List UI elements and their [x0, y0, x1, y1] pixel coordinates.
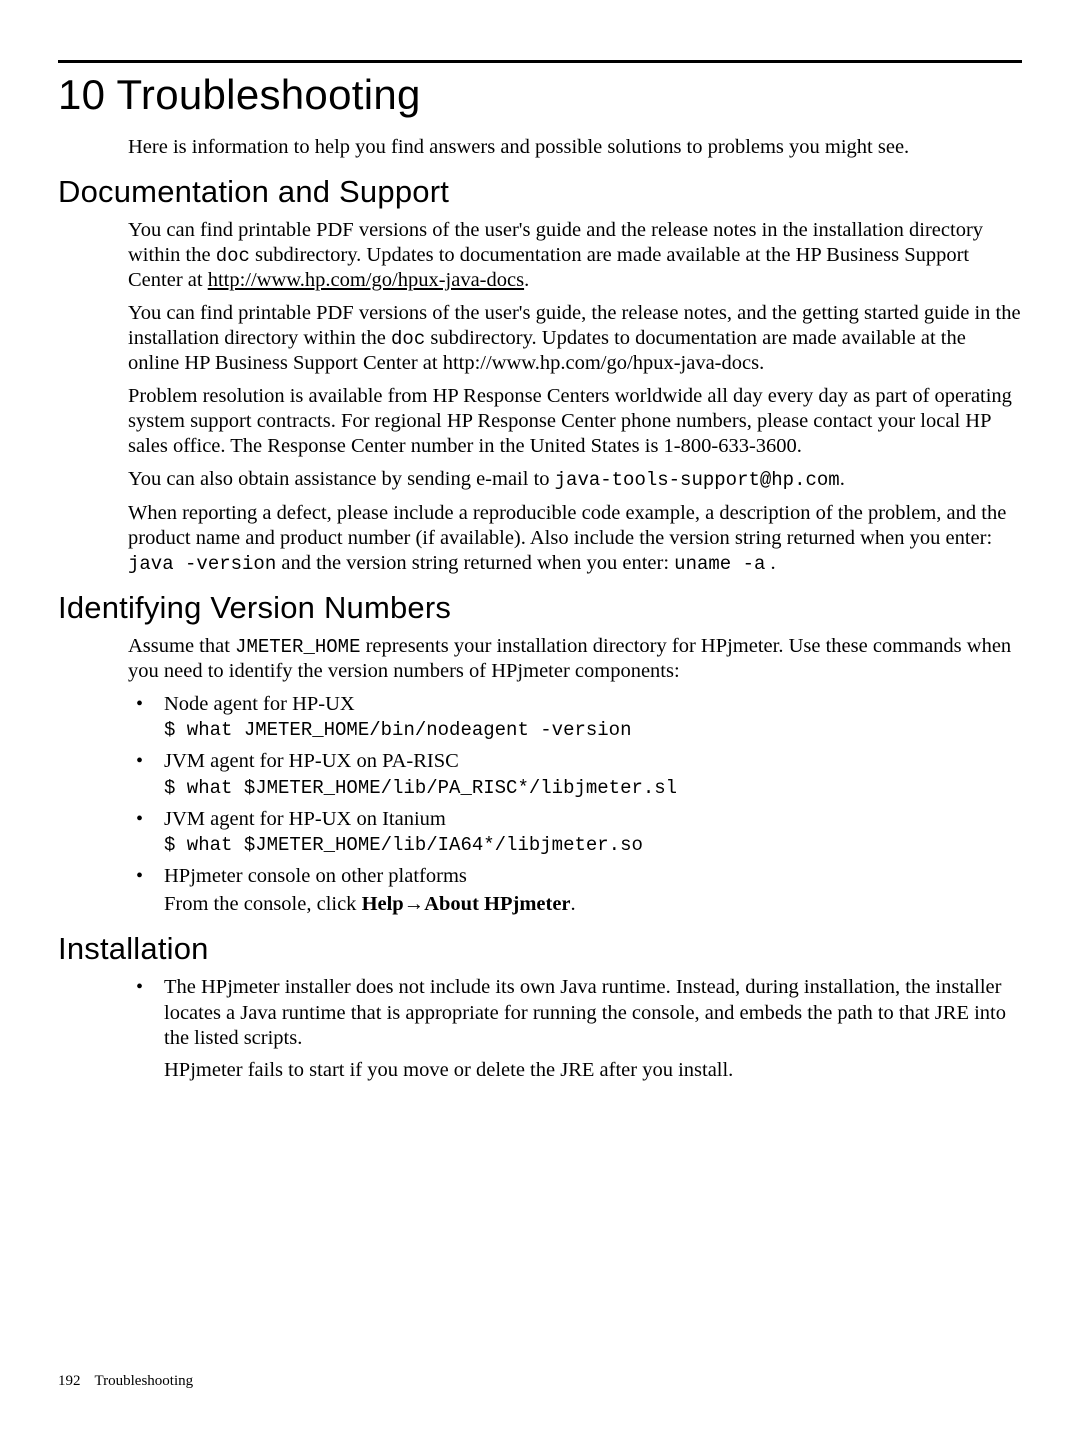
- docsupport-body: You can find printable PDF versions of t…: [128, 218, 1022, 576]
- text: Assume that: [128, 635, 235, 657]
- code: doc: [216, 245, 250, 267]
- arrow-icon: →: [404, 893, 425, 915]
- version-body: Assume that JMETER_HOME represents your …: [128, 634, 1022, 918]
- intro-text: Here is information to help you find ans…: [128, 135, 1022, 160]
- code: java -version: [128, 553, 276, 575]
- menu-help: Help: [362, 893, 404, 915]
- hp-docs-link[interactable]: http://www.hp.com/go/hpux-java-docs: [208, 269, 524, 291]
- list-item: JVM agent for HP-UX on Itanium $ what $J…: [128, 807, 1022, 858]
- code: uname -a: [674, 553, 765, 575]
- text: From the console, click: [164, 893, 362, 915]
- text: When reporting a defect, please include …: [128, 502, 1006, 549]
- text: .: [571, 893, 576, 915]
- docsupport-p3: Problem resolution is available from HP …: [128, 384, 1022, 459]
- text: The HPjmeter installer does not include …: [164, 976, 1006, 1049]
- text: .: [765, 552, 775, 574]
- docsupport-p4: You can also obtain assistance by sendin…: [128, 467, 1022, 492]
- install-list: The HPjmeter installer does not include …: [128, 975, 1022, 1084]
- page: 10 Troubleshooting Here is information t…: [0, 0, 1080, 1130]
- section-version-title: Identifying Version Numbers: [58, 590, 1022, 626]
- text: .: [524, 269, 529, 291]
- footer-section: Troubleshooting: [95, 1373, 194, 1389]
- install-body: The HPjmeter installer does not include …: [128, 975, 1022, 1084]
- top-rule: [58, 60, 1022, 63]
- code: JMETER_HOME: [235, 636, 360, 658]
- version-list: Node agent for HP-UX $ what JMETER_HOME/…: [128, 692, 1022, 917]
- list-label: JVM agent for HP-UX on PA-RISC: [164, 750, 459, 772]
- section-docsupport-title: Documentation and Support: [58, 174, 1022, 210]
- text: HPjmeter fails to start if you move or d…: [164, 1058, 1022, 1084]
- list-item: HPjmeter console on other platforms From…: [128, 864, 1022, 917]
- list-cmd: $ what JMETER_HOME/bin/nodeagent -versio…: [164, 719, 1022, 743]
- section-install-title: Installation: [58, 931, 1022, 967]
- docsupport-p1: You can find printable PDF versions of t…: [128, 218, 1022, 293]
- list-text: From the console, click Help→About HPjme…: [164, 892, 1022, 918]
- list-label: HPjmeter console on other platforms: [164, 865, 467, 887]
- list-label: JVM agent for HP-UX on Itanium: [164, 808, 446, 830]
- docsupport-p5: When reporting a defect, please include …: [128, 501, 1022, 576]
- list-item: The HPjmeter installer does not include …: [128, 975, 1022, 1084]
- list-cmd: $ what $JMETER_HOME/lib/PA_RISC*/libjmet…: [164, 777, 1022, 801]
- page-number: 192: [58, 1373, 81, 1389]
- chapter-title: 10 Troubleshooting: [58, 71, 1022, 119]
- text: and the version string returned when you…: [276, 552, 674, 574]
- docsupport-p2: You can find printable PDF versions of t…: [128, 301, 1022, 376]
- code: doc: [391, 328, 425, 350]
- list-item: Node agent for HP-UX $ what JMETER_HOME/…: [128, 692, 1022, 743]
- list-label: Node agent for HP-UX: [164, 693, 355, 715]
- version-intro: Assume that JMETER_HOME represents your …: [128, 634, 1022, 684]
- menu-about: About HPjmeter: [424, 893, 570, 915]
- page-footer: 192 Troubleshooting: [58, 1373, 193, 1390]
- text: You can also obtain assistance by sendin…: [128, 468, 555, 490]
- text: .: [840, 468, 845, 490]
- list-cmd: $ what $JMETER_HOME/lib/IA64*/libjmeter.…: [164, 834, 1022, 858]
- code: java-tools-support@hp.com: [555, 469, 840, 491]
- intro-block: Here is information to help you find ans…: [128, 135, 1022, 160]
- list-item: JVM agent for HP-UX on PA-RISC $ what $J…: [128, 749, 1022, 800]
